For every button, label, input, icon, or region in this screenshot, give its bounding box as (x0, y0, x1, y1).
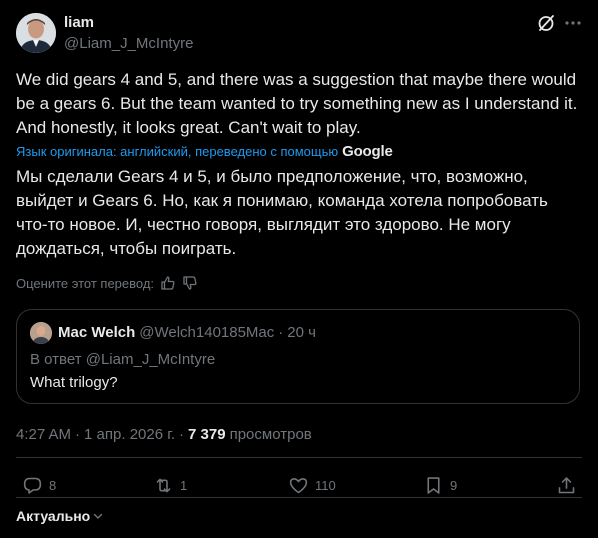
reply-icon (22, 475, 43, 496)
views-label: просмотров (229, 426, 312, 443)
rate-translation-label: Оцените этот перевод: (16, 275, 155, 291)
author-handle[interactable]: @Liam_J_McIntyre (64, 35, 193, 52)
reply-button[interactable]: 8 (22, 470, 56, 500)
tweet-text: We did gears 4 and 5, and there was a su… (16, 70, 578, 137)
more-icon[interactable] (562, 12, 584, 34)
tweet-meta: 4:27 AM · 1 апр. 2026 г. · 7 379 просмот… (16, 426, 312, 443)
quoted-tweet[interactable]: Mac Welch @Welch140185Mac · 20 ч В ответ… (16, 309, 580, 404)
quote-author-handle[interactable]: @Welch140185Mac (139, 324, 274, 341)
divider-bottom (16, 497, 582, 498)
author-name[interactable]: liam (64, 14, 94, 31)
quote-text: What trilogy? (30, 374, 118, 391)
rate-translation: Оцените этот перевод: (16, 275, 198, 291)
quote-header: Mac Welch @Welch140185Mac · 20 ч (58, 324, 316, 341)
bookmark-count: 9 (450, 477, 458, 493)
tweet-date[interactable]: 1 апр. 2026 г. (84, 426, 175, 443)
translated-text: Мы сделали Gears 4 и 5, и было предполож… (16, 167, 548, 258)
grok-icon[interactable] (536, 13, 556, 33)
thumbs-down-icon[interactable] (182, 275, 198, 291)
bookmark-button[interactable]: 9 (423, 470, 457, 500)
chevron-down-icon (92, 510, 104, 522)
quote-avatar[interactable] (30, 322, 52, 344)
sort-dropdown[interactable]: Актуально (16, 508, 104, 524)
views-count: 7 379 (188, 426, 226, 443)
quote-time[interactable]: 20 ч (287, 324, 316, 341)
quote-reply-to: В ответ @Liam_J_McIntyre (30, 351, 216, 368)
share-icon (556, 475, 577, 496)
reply-count: 8 (49, 477, 57, 493)
like-icon (288, 475, 309, 496)
like-button[interactable]: 110 (288, 470, 336, 500)
tweet-time[interactable]: 4:27 AM (16, 426, 71, 443)
divider-top (16, 457, 582, 458)
like-count: 110 (315, 477, 336, 493)
bookmark-icon (423, 475, 444, 496)
quote-separator: · (278, 324, 284, 341)
thumbs-up-icon[interactable] (160, 275, 176, 291)
repost-button[interactable]: 1 (153, 470, 187, 500)
google-logo: Google (342, 143, 393, 160)
author-avatar[interactable] (16, 13, 56, 53)
sort-label: Актуально (16, 508, 91, 524)
translation-note-text: Язык оригинала: английский, переведено с… (16, 144, 339, 159)
repost-count: 1 (180, 477, 188, 493)
action-bar: 8 1 110 9 (16, 470, 582, 500)
repost-icon (153, 475, 174, 496)
translation-note: Язык оригинала: английский, переведено с… (16, 143, 393, 160)
share-button[interactable] (556, 470, 577, 500)
meta-separator: · (75, 426, 81, 443)
meta-separator-2: · (179, 426, 185, 443)
quote-author-name[interactable]: Mac Welch (58, 324, 135, 341)
